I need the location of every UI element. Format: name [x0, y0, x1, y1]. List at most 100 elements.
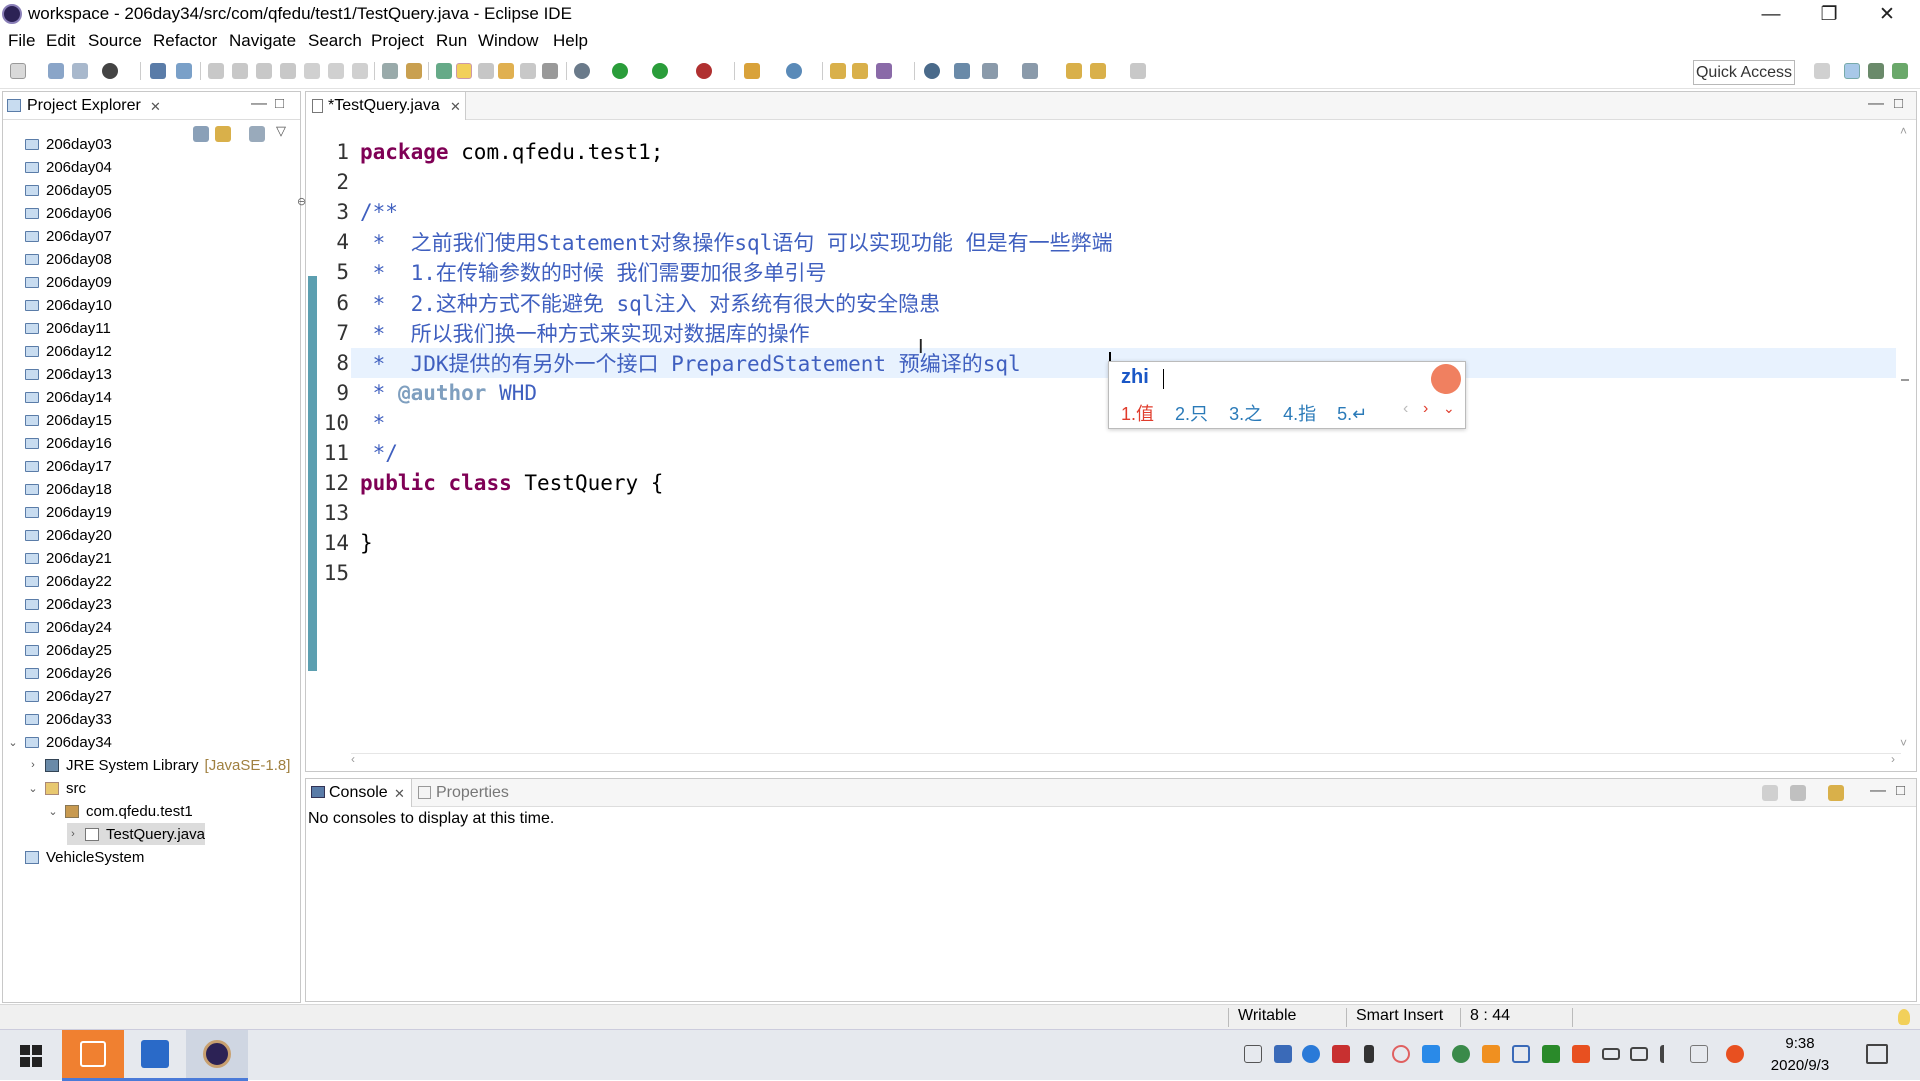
tree-item-project[interactable]: 206day10 [7, 294, 112, 316]
tree-item-project[interactable]: 206day21 [7, 547, 112, 569]
tray-icon[interactable] [1244, 1045, 1262, 1063]
tree-item-project[interactable]: 206day19 [7, 501, 112, 523]
nvidia-icon[interactable] [1542, 1045, 1560, 1063]
open-perspective-icon[interactable] [1814, 63, 1830, 79]
tree-item-src[interactable]: ⌄ src [27, 777, 86, 799]
tree-item-project[interactable]: 206day23 [7, 593, 112, 615]
tree-item-project[interactable]: 206day04 [7, 156, 112, 178]
java-perspective-icon[interactable] [1844, 63, 1860, 79]
expand-candidates-icon[interactable]: ⌄ [1443, 400, 1455, 417]
quick-access-field[interactable]: Quick Access [1693, 60, 1795, 85]
sogou-icon[interactable] [1726, 1045, 1744, 1063]
minimize-editor-icon[interactable]: — [1868, 95, 1884, 113]
maximize-view-icon[interactable]: □ [1896, 782, 1905, 799]
tree-item-project[interactable]: 206day11 [7, 317, 111, 339]
tray-icon[interactable] [1274, 1045, 1292, 1063]
last-edit-icon[interactable] [1022, 63, 1038, 79]
open-task-icon[interactable] [852, 63, 868, 79]
start-button[interactable] [0, 1030, 62, 1081]
block-icon[interactable] [520, 63, 536, 79]
tray-icon[interactable] [1482, 1045, 1500, 1063]
ime-candidate-popup[interactable]: zhi 1.值 2.只 3.之 4.指 5.↵ ‹ › ⌄ [1108, 360, 1466, 429]
save-icon[interactable] [48, 63, 64, 79]
resume-icon[interactable] [208, 63, 224, 79]
forward-icon[interactable] [1130, 63, 1146, 79]
open-folder-icon[interactable] [830, 63, 846, 79]
coverage-icon[interactable] [652, 63, 668, 79]
drop-frame-icon[interactable] [382, 63, 398, 79]
tree-item-project[interactable]: 206day09 [7, 271, 112, 293]
taskbar-app-blue[interactable] [124, 1030, 186, 1081]
tree-item-project[interactable]: 206day08 [7, 248, 112, 270]
code-line[interactable]: 12 public class TestQuery { [306, 468, 1886, 498]
tab-console[interactable]: Console ✕ [306, 779, 412, 807]
microphone-icon[interactable] [1364, 1045, 1374, 1063]
prev-page-icon[interactable]: ‹ [1403, 400, 1408, 418]
tree-item-project[interactable]: 206day13 [7, 363, 112, 385]
tray-icon[interactable] [1512, 1045, 1530, 1063]
open-console-icon[interactable] [1762, 785, 1778, 801]
network-icon[interactable] [1630, 1047, 1648, 1061]
use-step-filters-icon[interactable] [406, 63, 422, 79]
ime-candidate[interactable]: 2.只 [1175, 404, 1208, 424]
notification-icon[interactable] [1866, 1044, 1888, 1064]
ime-status-icon[interactable] [1572, 1045, 1590, 1063]
code-line[interactable]: 15 [306, 558, 1886, 588]
menu-source[interactable]: Source [88, 31, 142, 51]
tree-item-project[interactable]: 206day16 [7, 432, 112, 454]
code-line[interactable]: 6 * 2.这种方式不能避免 sql注入 对系统有很大的安全隐患 [306, 288, 1886, 318]
menu-file[interactable]: File [8, 31, 35, 51]
tree-item-project[interactable]: 206day03 [7, 133, 112, 155]
new-java-project-icon[interactable] [744, 63, 760, 79]
back-history-icon[interactable] [1090, 63, 1106, 79]
open-type-icon[interactable] [436, 63, 452, 79]
next-annotation-icon[interactable] [954, 63, 970, 79]
new-icon[interactable] [10, 63, 26, 79]
tree-item-project[interactable]: 206day18 [7, 478, 112, 500]
tree-item-project[interactable]: ⌄ 206day34 [7, 731, 112, 753]
clock-date[interactable]: 2020/9/3 [1760, 1057, 1840, 1074]
code-line[interactable]: 1 package com.qfedu.test1; [306, 137, 1886, 167]
tree-item-project[interactable]: 206day12 [7, 340, 112, 362]
tip-icon[interactable] [1898, 1009, 1910, 1025]
tree-item-project[interactable]: 206day24 [7, 616, 112, 638]
clock-time[interactable]: 9:38 [1770, 1035, 1830, 1052]
search-tool-icon[interactable] [876, 63, 892, 79]
pin-icon[interactable] [478, 63, 494, 79]
ime-candidate[interactable]: 1.值 [1121, 404, 1154, 424]
tree-item-project[interactable]: 206day33 [7, 708, 112, 730]
disconnect-icon[interactable] [280, 63, 296, 79]
new-class-icon[interactable] [786, 63, 802, 79]
debug-perspective-icon[interactable] [1868, 63, 1884, 79]
collapse-arrow-icon[interactable]: › [27, 759, 39, 771]
back-icon[interactable] [1066, 63, 1082, 79]
tree-item-project[interactable]: 206day06 [7, 202, 112, 224]
tree-item-project[interactable]: 206day25 [7, 639, 112, 661]
code-line[interactable]: 11 */ [306, 438, 1886, 468]
tray-icon[interactable] [1422, 1045, 1440, 1063]
code-line[interactable]: 5 * 1.在传输参数的时候 我们需要加很多单引号 [306, 257, 1886, 287]
code-line[interactable]: 10 * [306, 408, 1886, 438]
tree-item-project[interactable]: 206day26 [7, 662, 112, 684]
menu-window[interactable]: Window [478, 31, 538, 51]
git-perspective-icon[interactable] [1892, 63, 1908, 79]
volume-icon[interactable] [1660, 1045, 1674, 1063]
menu-run[interactable]: Run [436, 31, 467, 51]
taskbar-eclipse[interactable] [186, 1030, 248, 1081]
ime-candidate[interactable]: 4.指 [1283, 404, 1316, 424]
fold-icon[interactable]: ⊖ [297, 195, 306, 208]
suspend-icon[interactable] [232, 63, 248, 79]
terminal-icon[interactable] [150, 63, 166, 79]
tree-item-project[interactable]: 206day20 [7, 524, 112, 546]
expand-icon[interactable]: ⌄ [27, 782, 39, 795]
menu-navigate[interactable]: Navigate [229, 31, 296, 51]
tree-item-project[interactable]: 206day14 [7, 386, 112, 408]
menu-search[interactable]: Search [308, 31, 362, 51]
ime-candidate[interactable]: 5.↵ [1337, 404, 1367, 424]
menu-project[interactable]: Project [371, 31, 424, 51]
maximize-button[interactable]: ❐ [1800, 0, 1858, 29]
run-icon[interactable] [612, 63, 628, 79]
tree-item-project[interactable]: 206day17 [7, 455, 112, 477]
close-icon[interactable]: ✕ [394, 786, 405, 802]
close-icon[interactable]: ✕ [450, 99, 461, 115]
